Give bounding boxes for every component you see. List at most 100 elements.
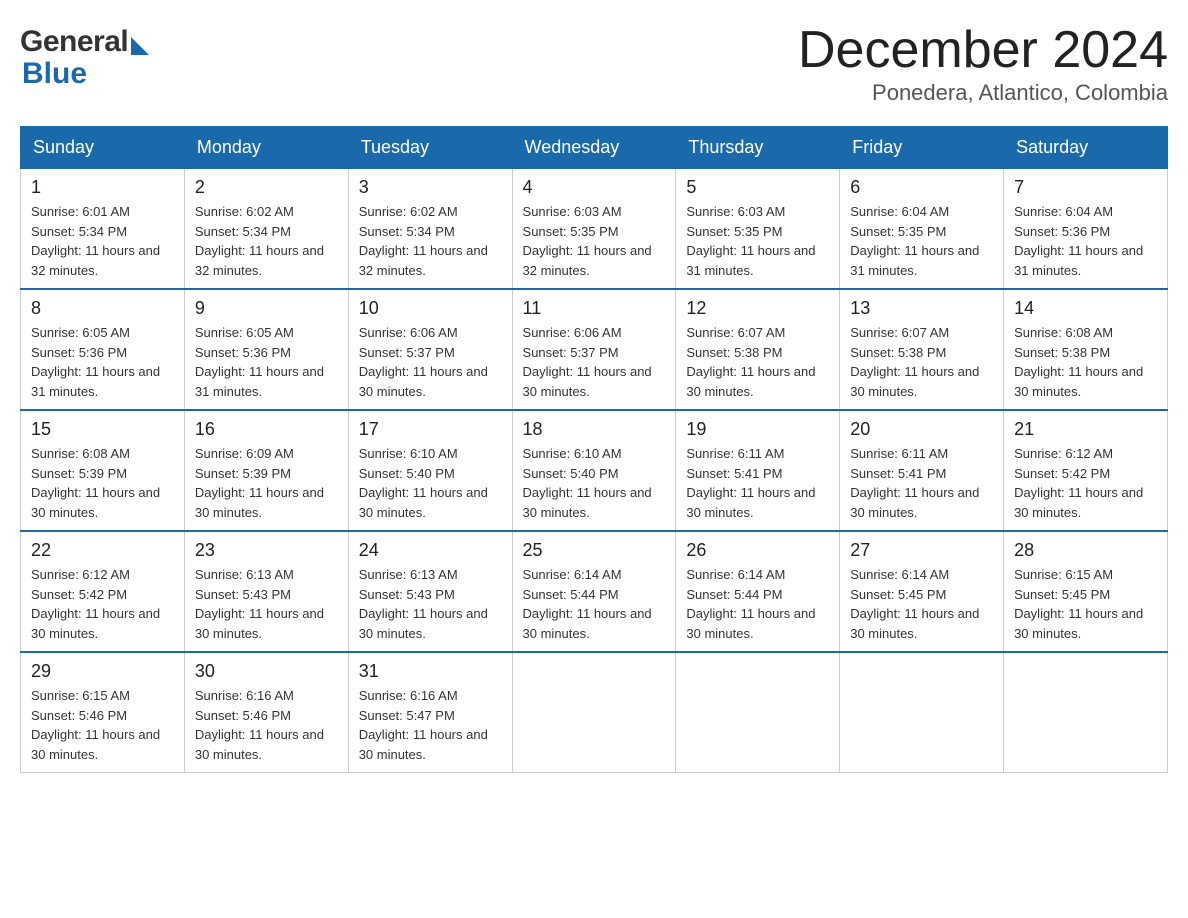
day-info: Sunrise: 6:03 AM Sunset: 5:35 PM Dayligh… [686,202,829,280]
table-row: 5 Sunrise: 6:03 AM Sunset: 5:35 PM Dayli… [676,169,840,290]
logo: General Blue [20,20,149,91]
table-row [676,652,840,773]
calendar-week-row: 29 Sunrise: 6:15 AM Sunset: 5:46 PM Dayl… [21,652,1168,773]
day-info: Sunrise: 6:13 AM Sunset: 5:43 PM Dayligh… [359,565,502,643]
table-row [840,652,1004,773]
day-info: Sunrise: 6:12 AM Sunset: 5:42 PM Dayligh… [31,565,174,643]
day-number: 31 [359,661,502,682]
day-info: Sunrise: 6:11 AM Sunset: 5:41 PM Dayligh… [850,444,993,522]
day-number: 9 [195,298,338,319]
calendar-week-row: 1 Sunrise: 6:01 AM Sunset: 5:34 PM Dayli… [21,169,1168,290]
day-info: Sunrise: 6:14 AM Sunset: 5:45 PM Dayligh… [850,565,993,643]
table-row: 1 Sunrise: 6:01 AM Sunset: 5:34 PM Dayli… [21,169,185,290]
table-row: 13 Sunrise: 6:07 AM Sunset: 5:38 PM Dayl… [840,289,1004,410]
logo-blue-text: Blue [22,57,149,91]
day-info: Sunrise: 6:04 AM Sunset: 5:36 PM Dayligh… [1014,202,1157,280]
table-row: 16 Sunrise: 6:09 AM Sunset: 5:39 PM Dayl… [184,410,348,531]
table-row: 4 Sunrise: 6:03 AM Sunset: 5:35 PM Dayli… [512,169,676,290]
table-row: 25 Sunrise: 6:14 AM Sunset: 5:44 PM Dayl… [512,531,676,652]
header-sunday: Sunday [21,127,185,169]
day-number: 25 [523,540,666,561]
day-info: Sunrise: 6:10 AM Sunset: 5:40 PM Dayligh… [359,444,502,522]
logo-general-text: General [20,25,128,59]
day-number: 14 [1014,298,1157,319]
day-number: 26 [686,540,829,561]
day-info: Sunrise: 6:07 AM Sunset: 5:38 PM Dayligh… [686,323,829,401]
table-row: 31 Sunrise: 6:16 AM Sunset: 5:47 PM Dayl… [348,652,512,773]
day-info: Sunrise: 6:05 AM Sunset: 5:36 PM Dayligh… [195,323,338,401]
day-number: 3 [359,177,502,198]
day-number: 15 [31,419,174,440]
header-friday: Friday [840,127,1004,169]
logo-triangle-icon [131,37,149,55]
table-row: 9 Sunrise: 6:05 AM Sunset: 5:36 PM Dayli… [184,289,348,410]
day-info: Sunrise: 6:15 AM Sunset: 5:45 PM Dayligh… [1014,565,1157,643]
calendar-week-row: 15 Sunrise: 6:08 AM Sunset: 5:39 PM Dayl… [21,410,1168,531]
page-header: General Blue December 2024 Ponedera, Atl… [20,20,1168,106]
table-row: 11 Sunrise: 6:06 AM Sunset: 5:37 PM Dayl… [512,289,676,410]
table-row: 27 Sunrise: 6:14 AM Sunset: 5:45 PM Dayl… [840,531,1004,652]
table-row [512,652,676,773]
day-info: Sunrise: 6:02 AM Sunset: 5:34 PM Dayligh… [195,202,338,280]
day-info: Sunrise: 6:01 AM Sunset: 5:34 PM Dayligh… [31,202,174,280]
day-info: Sunrise: 6:06 AM Sunset: 5:37 PM Dayligh… [359,323,502,401]
header-thursday: Thursday [676,127,840,169]
table-row: 26 Sunrise: 6:14 AM Sunset: 5:44 PM Dayl… [676,531,840,652]
table-row: 20 Sunrise: 6:11 AM Sunset: 5:41 PM Dayl… [840,410,1004,531]
day-info: Sunrise: 6:08 AM Sunset: 5:38 PM Dayligh… [1014,323,1157,401]
table-row: 8 Sunrise: 6:05 AM Sunset: 5:36 PM Dayli… [21,289,185,410]
calendar-table: Sunday Monday Tuesday Wednesday Thursday… [20,126,1168,773]
day-info: Sunrise: 6:12 AM Sunset: 5:42 PM Dayligh… [1014,444,1157,522]
table-row: 19 Sunrise: 6:11 AM Sunset: 5:41 PM Dayl… [676,410,840,531]
title-section: December 2024 Ponedera, Atlantico, Colom… [798,20,1168,106]
header-saturday: Saturday [1004,127,1168,169]
day-info: Sunrise: 6:03 AM Sunset: 5:35 PM Dayligh… [523,202,666,280]
day-number: 8 [31,298,174,319]
day-info: Sunrise: 6:14 AM Sunset: 5:44 PM Dayligh… [686,565,829,643]
table-row: 15 Sunrise: 6:08 AM Sunset: 5:39 PM Dayl… [21,410,185,531]
day-number: 1 [31,177,174,198]
table-row: 30 Sunrise: 6:16 AM Sunset: 5:46 PM Dayl… [184,652,348,773]
header-tuesday: Tuesday [348,127,512,169]
day-number: 23 [195,540,338,561]
day-number: 13 [850,298,993,319]
day-number: 12 [686,298,829,319]
table-row: 18 Sunrise: 6:10 AM Sunset: 5:40 PM Dayl… [512,410,676,531]
table-row: 28 Sunrise: 6:15 AM Sunset: 5:45 PM Dayl… [1004,531,1168,652]
day-number: 27 [850,540,993,561]
calendar-header-row: Sunday Monday Tuesday Wednesday Thursday… [21,127,1168,169]
table-row: 7 Sunrise: 6:04 AM Sunset: 5:36 PM Dayli… [1004,169,1168,290]
day-number: 18 [523,419,666,440]
calendar-week-row: 22 Sunrise: 6:12 AM Sunset: 5:42 PM Dayl… [21,531,1168,652]
header-monday: Monday [184,127,348,169]
day-number: 22 [31,540,174,561]
day-info: Sunrise: 6:06 AM Sunset: 5:37 PM Dayligh… [523,323,666,401]
day-info: Sunrise: 6:04 AM Sunset: 5:35 PM Dayligh… [850,202,993,280]
day-number: 11 [523,298,666,319]
day-number: 16 [195,419,338,440]
day-number: 6 [850,177,993,198]
day-info: Sunrise: 6:09 AM Sunset: 5:39 PM Dayligh… [195,444,338,522]
location-title: Ponedera, Atlantico, Colombia [798,80,1168,106]
day-info: Sunrise: 6:16 AM Sunset: 5:47 PM Dayligh… [359,686,502,764]
day-number: 24 [359,540,502,561]
day-number: 5 [686,177,829,198]
day-number: 4 [523,177,666,198]
day-number: 19 [686,419,829,440]
table-row: 6 Sunrise: 6:04 AM Sunset: 5:35 PM Dayli… [840,169,1004,290]
day-number: 21 [1014,419,1157,440]
table-row: 22 Sunrise: 6:12 AM Sunset: 5:42 PM Dayl… [21,531,185,652]
table-row [1004,652,1168,773]
day-number: 28 [1014,540,1157,561]
day-number: 30 [195,661,338,682]
table-row: 17 Sunrise: 6:10 AM Sunset: 5:40 PM Dayl… [348,410,512,531]
day-info: Sunrise: 6:13 AM Sunset: 5:43 PM Dayligh… [195,565,338,643]
table-row: 29 Sunrise: 6:15 AM Sunset: 5:46 PM Dayl… [21,652,185,773]
table-row: 23 Sunrise: 6:13 AM Sunset: 5:43 PM Dayl… [184,531,348,652]
day-info: Sunrise: 6:15 AM Sunset: 5:46 PM Dayligh… [31,686,174,764]
day-number: 10 [359,298,502,319]
day-info: Sunrise: 6:07 AM Sunset: 5:38 PM Dayligh… [850,323,993,401]
day-info: Sunrise: 6:14 AM Sunset: 5:44 PM Dayligh… [523,565,666,643]
table-row: 14 Sunrise: 6:08 AM Sunset: 5:38 PM Dayl… [1004,289,1168,410]
table-row: 24 Sunrise: 6:13 AM Sunset: 5:43 PM Dayl… [348,531,512,652]
